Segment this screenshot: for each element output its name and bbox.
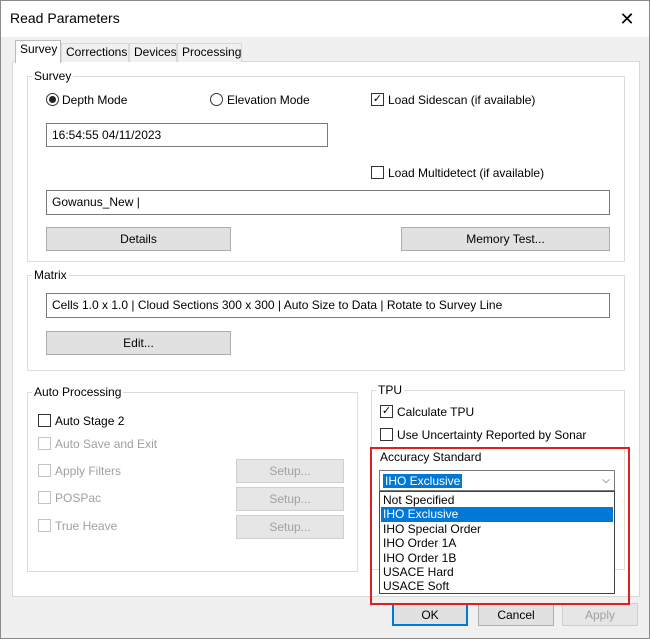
- pospac-checkbox[interactable]: [38, 491, 51, 504]
- apply-filters-label: Apply Filters: [55, 464, 122, 478]
- true-heave-label: True Heave: [55, 519, 118, 533]
- dialog-title: Read Parameters: [10, 10, 120, 26]
- tab-processing[interactable]: Processing: [177, 43, 242, 62]
- auto-save-exit-label: Auto Save and Exit: [55, 437, 158, 451]
- auto-stage-2-checkbox[interactable]: [38, 414, 51, 427]
- read-parameters-dialog: Read Parameters ✕ Survey Corrections Dev…: [0, 0, 650, 639]
- true-heave-checkbox[interactable]: [38, 519, 51, 532]
- details-button[interactable]: Details: [46, 227, 231, 251]
- auto-processing-group-label: Auto Processing: [32, 385, 124, 399]
- use-uncertainty-checkbox[interactable]: [380, 428, 393, 441]
- pospac-setup-button[interactable]: Setup...: [236, 487, 344, 511]
- close-icon[interactable]: ✕: [613, 7, 641, 31]
- calculate-tpu-checkbox[interactable]: ✓: [380, 405, 393, 418]
- auto-save-exit-checkbox[interactable]: [38, 437, 51, 450]
- apply-filters-checkbox[interactable]: [38, 464, 51, 477]
- highlight-annotation-box: [370, 447, 630, 605]
- memory-test-button[interactable]: Memory Test...: [401, 227, 610, 251]
- use-uncertainty-label: Use Uncertainty Reported by Sonar: [397, 428, 587, 442]
- tpu-group-label: TPU: [376, 383, 404, 397]
- ok-button[interactable]: OK: [392, 603, 468, 626]
- load-sidescan-label: Load Sidescan (if available): [388, 93, 536, 107]
- calculate-tpu-label: Calculate TPU: [397, 405, 475, 419]
- elevation-mode-radio[interactable]: [210, 93, 223, 106]
- apply-filters-setup-button[interactable]: Setup...: [236, 459, 344, 483]
- auto-stage-2-label: Auto Stage 2: [55, 414, 125, 428]
- survey-name-field[interactable]: Gowanus_New |: [46, 190, 610, 215]
- depth-mode-label: Depth Mode: [62, 93, 128, 107]
- elevation-mode-label: Elevation Mode: [227, 93, 310, 107]
- tab-corrections[interactable]: Corrections: [61, 43, 129, 62]
- radio-selected-dot: [49, 96, 56, 103]
- depth-mode-radio[interactable]: [46, 93, 59, 106]
- apply-button[interactable]: Apply: [562, 603, 638, 626]
- load-sidescan-checkbox[interactable]: ✓: [371, 93, 384, 106]
- matrix-group-label: Matrix: [32, 268, 69, 282]
- matrix-group: [27, 275, 625, 371]
- matrix-edit-button[interactable]: Edit...: [46, 331, 231, 355]
- matrix-summary-field[interactable]: Cells 1.0 x 1.0 | Cloud Sections 300 x 3…: [46, 293, 610, 318]
- load-multidetect-checkbox[interactable]: [371, 166, 384, 179]
- tab-devices[interactable]: Devices: [129, 43, 177, 62]
- pospac-label: POSPac: [55, 491, 102, 505]
- load-multidetect-label: Load Multidetect (if available): [388, 166, 545, 180]
- true-heave-setup-button[interactable]: Setup...: [236, 515, 344, 539]
- survey-datetime-field[interactable]: 16:54:55 04/11/2023: [46, 123, 328, 147]
- cancel-button[interactable]: Cancel: [478, 603, 554, 626]
- tab-survey[interactable]: Survey: [15, 40, 61, 63]
- survey-group-label: Survey: [32, 69, 74, 83]
